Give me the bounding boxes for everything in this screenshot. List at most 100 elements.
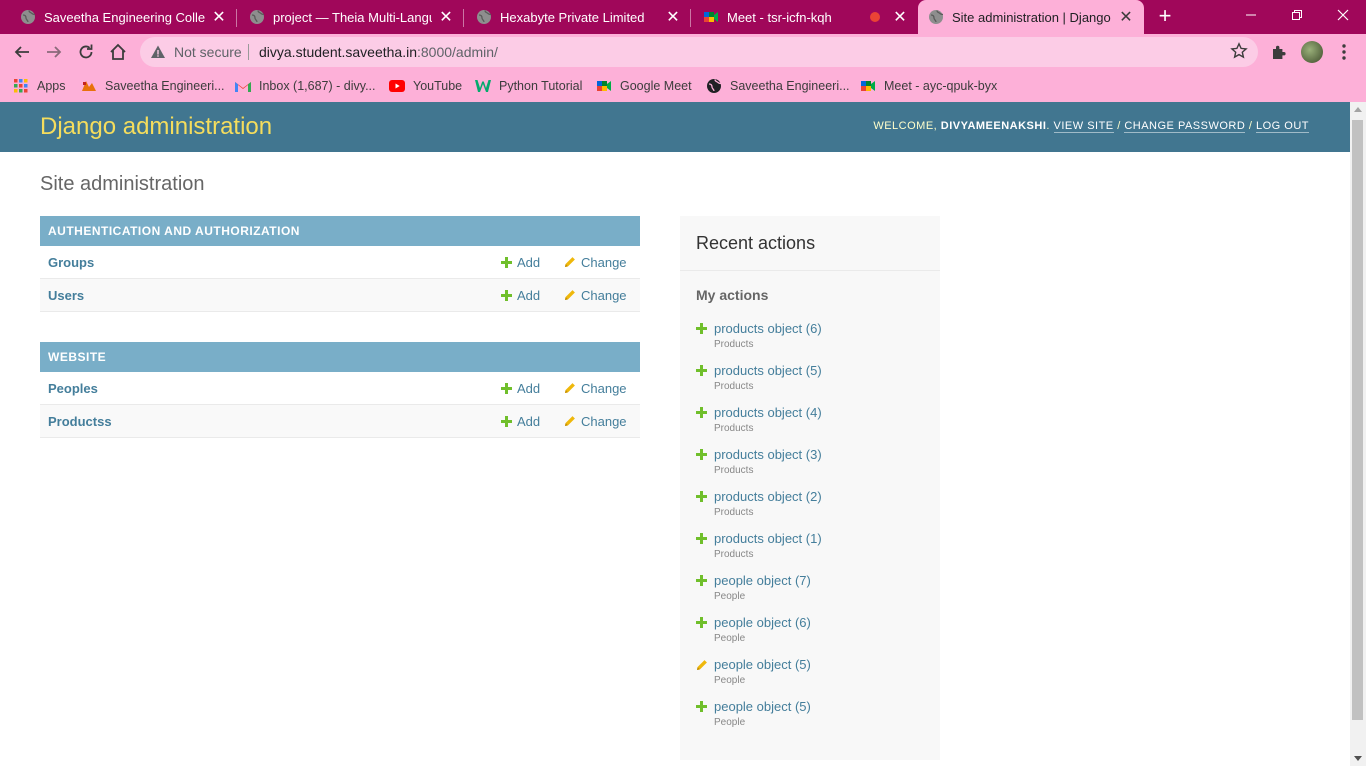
bookmark-star-icon[interactable]	[1230, 42, 1248, 65]
change-link[interactable]: Change	[564, 255, 627, 270]
reload-button[interactable]	[72, 38, 100, 66]
page-scrollbar[interactable]	[1350, 102, 1366, 766]
close-tab-icon[interactable]: ✕	[665, 9, 681, 26]
action-model: People	[714, 633, 746, 644]
globe-icon	[476, 9, 492, 25]
arrow-right-icon	[47, 46, 62, 58]
browser-tab-active[interactable]: Site administration | Django site admin …	[918, 0, 1144, 34]
google-meet-icon	[596, 78, 612, 94]
user-tools: WELCOME, DIVYAMEENAKSHI. VIEW SITE / CHA…	[873, 120, 1309, 133]
add-link[interactable]: Add	[501, 288, 540, 303]
new-tab-button[interactable]: +	[1155, 5, 1175, 27]
close-tab-icon[interactable]: ✕	[892, 9, 908, 26]
model-link[interactable]: Peoples	[48, 381, 98, 396]
log-out-link[interactable]: LOG OUT	[1255, 120, 1309, 133]
pencil-icon	[564, 256, 576, 268]
model-link[interactable]: Groups	[48, 255, 94, 270]
bookmark-saveetha-2[interactable]: Saveetha Engineeri...	[706, 77, 850, 95]
bookmark-gmail[interactable]: Inbox (1,687) - divy...	[235, 77, 376, 95]
warning-icon[interactable]	[150, 44, 166, 65]
recording-indicator-icon	[870, 12, 880, 22]
my-actions-heading: My actions	[696, 287, 769, 303]
home-icon	[110, 43, 126, 60]
app-module-website: WEBSITE Peoples Add Change Productss Add…	[40, 342, 640, 438]
extensions-puzzle-icon[interactable]	[1267, 40, 1291, 64]
scrollbar-thumb[interactable]	[1352, 120, 1363, 720]
change-link[interactable]: Change	[564, 381, 627, 396]
bookmark-label: Saveetha Engineeri...	[105, 79, 225, 93]
restore-icon[interactable]	[1274, 0, 1320, 30]
bookmark-label: Saveetha Engineeri...	[730, 79, 850, 93]
bookmark-saveetha[interactable]: Saveetha Engineeri...	[81, 77, 225, 95]
model-row-productss: Productss Add Change	[40, 405, 640, 438]
bookmark-meet-2[interactable]: Meet - ayc-qpuk-byx	[860, 77, 997, 95]
bookmark-label: Python Tutorial	[499, 79, 583, 93]
action-link[interactable]: people object (7)	[714, 573, 811, 588]
scroll-down-icon[interactable]	[1354, 756, 1362, 761]
action-link[interactable]: products object (3)	[714, 447, 822, 462]
browser-tab[interactable]: Hexabyte Private Limited ✕	[464, 0, 691, 34]
add-link[interactable]: Add	[501, 381, 540, 396]
tab-title: Saveetha Engineering College	[44, 9, 205, 25]
security-label[interactable]: Not secure	[174, 44, 242, 60]
action-link[interactable]: products object (2)	[714, 489, 822, 504]
module-caption[interactable]: AUTHENTICATION AND AUTHORIZATION	[40, 216, 640, 246]
close-tab-icon[interactable]: ✕	[438, 9, 454, 26]
action-link[interactable]: products object (6)	[714, 321, 822, 336]
profile-avatar[interactable]	[1300, 40, 1324, 64]
model-row-users: Users Add Change	[40, 279, 640, 312]
model-link[interactable]: Users	[48, 288, 84, 303]
action-link[interactable]: people object (6)	[714, 615, 811, 630]
address-bar[interactable]: Not secure divya.student.saveetha.in:800…	[140, 37, 1258, 67]
action-link[interactable]: products object (1)	[714, 531, 822, 546]
bookmark-youtube[interactable]: YouTube	[389, 77, 462, 95]
google-meet-icon	[703, 9, 719, 25]
bookmark-label: Google Meet	[620, 79, 692, 93]
action-link[interactable]: people object (5)	[714, 699, 811, 714]
url-text[interactable]: divya.student.saveetha.in:8000/admin/	[259, 44, 498, 60]
bookmark-google-meet[interactable]: Google Meet	[596, 77, 692, 95]
pencil-icon	[564, 415, 576, 427]
bookmark-python-tutorial[interactable]: Python Tutorial	[475, 77, 582, 95]
model-link[interactable]: Productss	[48, 414, 112, 429]
action-model: People	[714, 591, 746, 602]
bookmark-label: Inbox (1,687) - divy...	[259, 79, 376, 93]
kebab-menu-icon[interactable]	[1332, 40, 1356, 64]
action-model: Products	[714, 423, 754, 434]
home-button[interactable]	[104, 38, 132, 66]
add-icon	[696, 701, 707, 712]
action-link[interactable]: products object (5)	[714, 363, 822, 378]
add-icon	[501, 289, 512, 301]
youtube-icon	[389, 78, 405, 94]
browser-tab[interactable]: Meet - tsr-icfn-kqh ✕	[691, 0, 918, 34]
minimize-icon[interactable]	[1228, 0, 1274, 30]
add-link[interactable]: Add	[501, 255, 540, 270]
scroll-up-icon[interactable]	[1354, 107, 1362, 112]
change-link[interactable]: Change	[564, 414, 627, 429]
close-tab-icon[interactable]: ✕	[211, 9, 227, 26]
change-password-link[interactable]: CHANGE PASSWORD	[1124, 120, 1246, 133]
add-label: Add	[517, 287, 541, 303]
forward-button[interactable]	[40, 38, 68, 66]
bookmarks-bar: Apps Saveetha Engineeri... Inbox (1,687)…	[0, 70, 1366, 102]
action-link[interactable]: products object (4)	[714, 405, 822, 420]
add-link[interactable]: Add	[501, 414, 540, 429]
bookmark-apps[interactable]: Apps	[13, 77, 66, 95]
view-site-link[interactable]: VIEW SITE	[1053, 120, 1114, 133]
browser-tab[interactable]: Saveetha Engineering College ✕	[0, 0, 237, 34]
change-link[interactable]: Change	[564, 288, 627, 303]
change-label: Change	[581, 254, 627, 270]
action-model: Products	[714, 339, 754, 350]
apps-grid-icon	[13, 78, 29, 94]
action-link[interactable]: people object (5)	[714, 657, 811, 672]
close-tab-icon[interactable]: ✕	[1118, 9, 1134, 26]
add-icon	[501, 382, 512, 394]
site-branding[interactable]: Django administration	[40, 113, 272, 141]
module-caption[interactable]: WEBSITE	[40, 342, 640, 372]
back-button[interactable]	[8, 38, 36, 66]
django-header: Django administration WELCOME, DIVYAMEEN…	[0, 102, 1350, 152]
browser-tab[interactable]: project — Theia Multi-Language ✕	[237, 0, 464, 34]
close-window-icon[interactable]	[1320, 0, 1366, 30]
saveetha-logo-icon	[81, 78, 97, 94]
add-icon	[696, 365, 707, 376]
